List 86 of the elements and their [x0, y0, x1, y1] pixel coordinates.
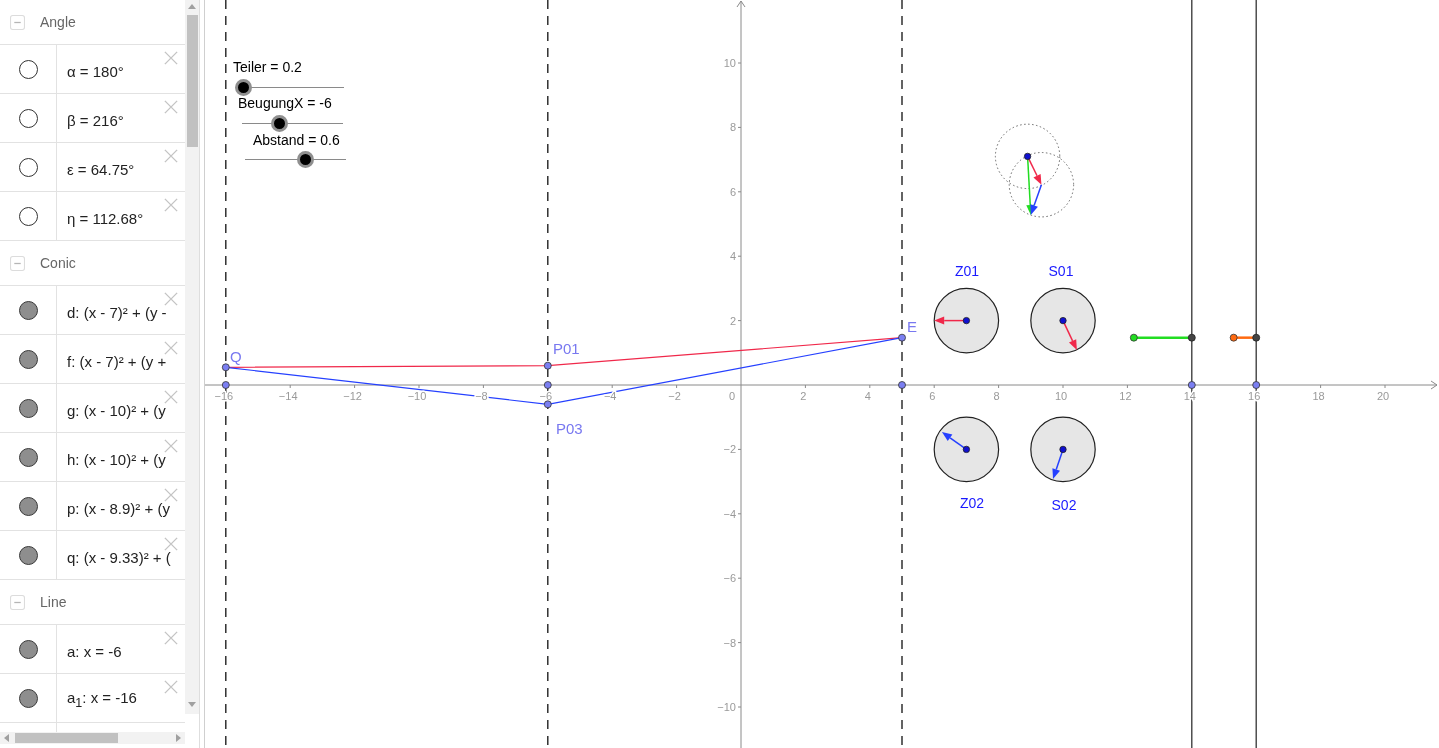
point[interactable] [898, 333, 906, 342]
scrollbar-thumb[interactable] [187, 15, 198, 147]
slider-thumb[interactable] [297, 151, 315, 168]
axis-label: 12 [1119, 390, 1132, 402]
axis-label: 2 [800, 390, 807, 402]
point[interactable] [221, 381, 230, 389]
axis-label: 4 [729, 250, 736, 263]
visibility-toggle[interactable] [18, 398, 38, 418]
visibility-toggle[interactable] [18, 59, 38, 79]
algebra-entry[interactable]: p: (x - 8.9)² + (y [67, 499, 170, 517]
slider-label: Abstand = 0.6 [253, 132, 340, 148]
algebra-entry[interactable]: β = 216° [67, 111, 124, 129]
visibility-toggle[interactable] [18, 206, 38, 226]
vertical-scrollbar[interactable] [185, 0, 199, 714]
axis-label: 8 [729, 121, 736, 134]
axis-label: −4 [723, 507, 736, 520]
axis-label: 6 [729, 185, 736, 198]
algebra-entry[interactable]: η = 112.68° [67, 209, 144, 227]
axis-label: −14 [278, 390, 298, 402]
dial [1030, 416, 1096, 483]
axis-label: 4 [864, 390, 871, 402]
slider-thumb[interactable] [270, 115, 288, 132]
visibility-toggle[interactable] [18, 108, 38, 128]
point-label: P03 [556, 420, 583, 437]
axis-label: 8 [993, 390, 1000, 402]
visibility-toggle[interactable] [18, 447, 38, 467]
algebra-entry[interactable]: f: (x - 7)² + (y + [67, 352, 167, 370]
visibility-toggle[interactable] [18, 639, 38, 659]
point[interactable] [543, 361, 552, 370]
point-label: Q [230, 348, 242, 365]
point[interactable] [543, 400, 552, 409]
axis-label: 18 [1312, 390, 1325, 402]
axis-label: 6 [929, 390, 936, 402]
axis-label: −4 [603, 390, 617, 402]
axis-label: −10 [717, 701, 736, 713]
group-title: Angle [40, 14, 76, 30]
algebra-entry[interactable]: h: (x - 10)² + (y [67, 450, 166, 468]
visibility-toggle[interactable] [18, 545, 38, 565]
slider-label: BeugungX = -6 [238, 95, 332, 111]
axis-label: 10 [1054, 390, 1068, 402]
point-label: E [907, 318, 917, 335]
horizontal-scrollbar[interactable] [0, 732, 185, 744]
dial [1030, 287, 1096, 354]
slider-label: Teiler = 0.2 [233, 59, 302, 75]
point-label: P01 [553, 340, 580, 357]
axis-label: −2 [668, 390, 681, 402]
dial-label: S01 [1048, 263, 1074, 279]
point[interactable] [543, 381, 552, 389]
algebra-entry[interactable]: g: (x - 10)² + (y [67, 401, 166, 419]
visibility-toggle[interactable] [18, 300, 38, 320]
axis-label: 0 [728, 390, 736, 402]
algebra-entry[interactable]: a$_{1}$: x = -16 [67, 688, 137, 712]
algebra-entry[interactable]: q: (x - 9.33)² + ( [67, 548, 171, 566]
point[interactable] [898, 381, 906, 389]
dial [933, 416, 1000, 483]
group-title: Line [40, 594, 67, 610]
dial-label: Z02 [959, 495, 985, 511]
algebra-entry[interactable]: α = 180° [67, 62, 124, 80]
visibility-toggle[interactable] [18, 349, 38, 369]
axis-label: −8 [723, 636, 736, 649]
visibility-toggle[interactable] [18, 157, 38, 177]
point[interactable] [1187, 381, 1196, 389]
algebra-entry[interactable]: d: (x - 7)² + (y - [67, 303, 167, 321]
axis-label: −2 [723, 443, 736, 456]
axis-label: −6 [723, 572, 736, 585]
scrollbar-thumb[interactable] [15, 733, 118, 743]
group-title: Conic [40, 255, 76, 271]
dial-label: S02 [1051, 497, 1077, 513]
slider-thumb[interactable] [235, 79, 253, 96]
axis-label: −6 [539, 390, 553, 402]
axis-label: −10 [407, 390, 427, 402]
axis-label: 2 [729, 314, 736, 327]
point[interactable] [1252, 381, 1261, 389]
segment [1229, 333, 1261, 342]
segment [1129, 333, 1196, 342]
axis-label: −12 [343, 390, 362, 402]
point[interactable] [221, 363, 230, 372]
visibility-toggle[interactable] [18, 496, 38, 516]
visibility-toggle[interactable] [18, 688, 38, 708]
axis-label: 10 [723, 57, 736, 69]
axis-label: −16 [214, 390, 234, 402]
dial-label: Z01 [954, 263, 980, 279]
axis-label: 20 [1376, 390, 1390, 402]
algebra-entry[interactable]: ε = 64.75° [67, 160, 135, 178]
dial [933, 287, 1000, 354]
algebra-entry[interactable]: a: x = -6 [67, 642, 122, 660]
